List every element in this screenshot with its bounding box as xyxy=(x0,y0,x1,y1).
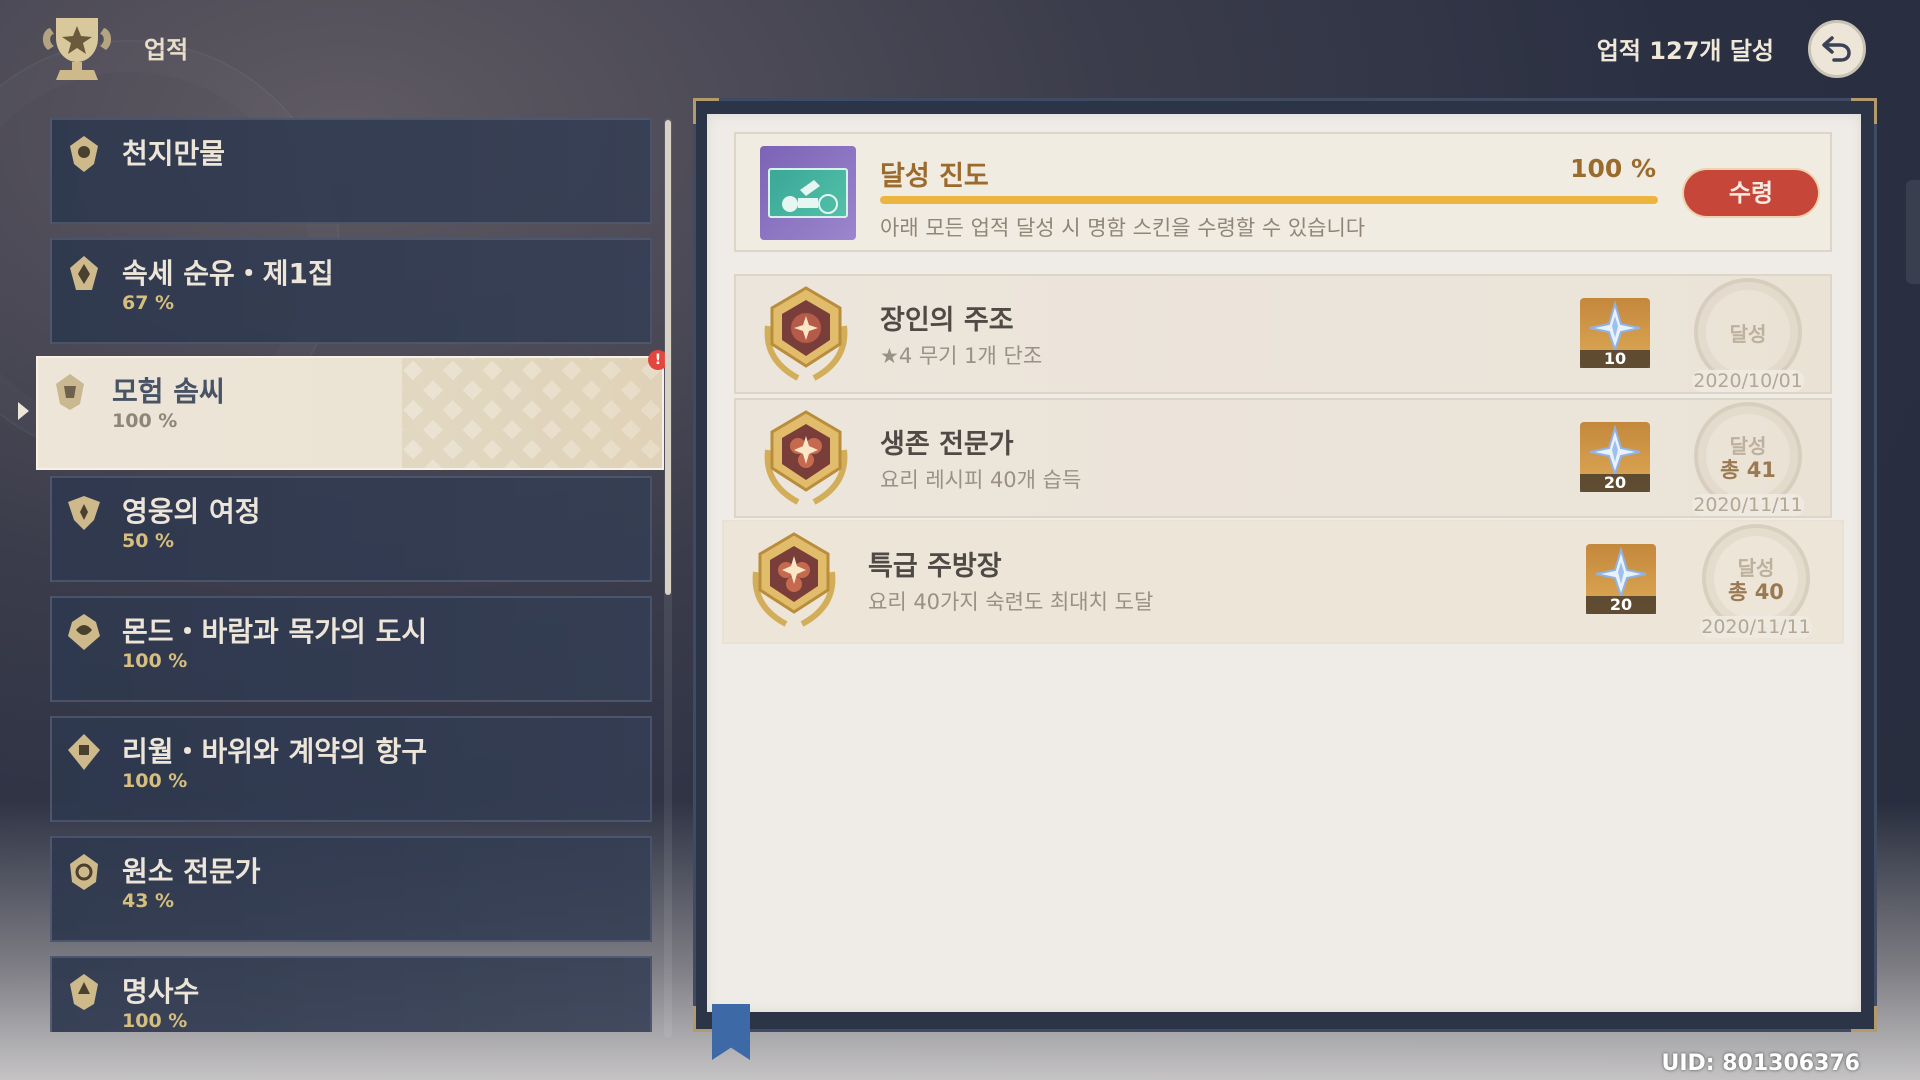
category-item-selected[interactable]: 모험 솜씨 100 % xyxy=(36,356,664,470)
category-name: 명사수 xyxy=(122,975,200,1008)
panel-edge-tab xyxy=(1906,180,1920,284)
category-list[interactable]: 천지만물 속세 순유・제1집 67 % 모험 솜씨 100 % 영웅의 여정 5… xyxy=(0,112,680,1032)
category-emblem-icon xyxy=(66,254,102,294)
category-emblem-icon xyxy=(66,852,102,892)
achievement-title: 장인의 주조 xyxy=(880,305,1014,336)
progress-title: 달성 진도 xyxy=(880,161,989,192)
progress-bar xyxy=(880,196,1658,204)
achievement-row[interactable]: 생존 전문가 요리 레시피 40개 습득 20 달성 총 41 2020/11/… xyxy=(734,398,1832,518)
category-item[interactable]: 몬드・바람과 목가의 도시 100 % xyxy=(50,596,652,702)
category-percent: 100 % xyxy=(122,1010,188,1032)
bookmark-ribbon xyxy=(712,1004,750,1060)
claim-button[interactable]: 수령 xyxy=(1684,170,1818,216)
category-percent: 50 % xyxy=(122,530,175,552)
achievement-description: 요리 40가지 숙련도 최대치 도달 xyxy=(868,590,1154,614)
uid-label: UID: 801306376 xyxy=(1661,1051,1860,1076)
category-percent: 100 % xyxy=(112,410,178,432)
reward-count: 20 xyxy=(1580,474,1650,492)
page-title: 업적 xyxy=(144,36,189,64)
category-scrollbar-thumb[interactable] xyxy=(665,120,671,595)
achievement-medal-icon xyxy=(746,528,842,632)
reward-count: 10 xyxy=(1580,350,1650,368)
category-item[interactable]: 천지만물 xyxy=(50,118,652,224)
category-item[interactable]: 원소 전문가 43 % xyxy=(50,836,652,942)
stamp-label: 달성 xyxy=(1729,322,1767,346)
achievement-description: 요리 레시피 40개 습득 xyxy=(880,468,1082,492)
category-name: 영웅의 여정 xyxy=(122,495,261,528)
category-item[interactable]: 리월・바위와 계약의 항구 100 % xyxy=(50,716,652,822)
primogem-reward: 10 xyxy=(1580,298,1650,368)
progress-row: 달성 진도 100 % 아래 모든 업적 달성 시 명함 스킨을 수령할 수 있… xyxy=(734,132,1832,252)
category-item[interactable]: 영웅의 여정 50 % xyxy=(50,476,652,582)
reward-count: 20 xyxy=(1586,596,1656,614)
progress-bar-fill xyxy=(880,196,1658,204)
completion-date: 2020/11/11 xyxy=(1692,494,1804,516)
category-name: 속세 순유・제1집 xyxy=(122,257,334,290)
category-emblem-icon xyxy=(66,612,102,652)
category-emblem-icon xyxy=(66,134,102,174)
achievement-count: 업적 127개 달성 xyxy=(1596,37,1774,65)
category-name: 몬드・바람과 목가의 도시 xyxy=(122,615,428,648)
progress-description: 아래 모든 업적 달성 시 명함 스킨을 수령할 수 있습니다 xyxy=(880,216,1366,240)
achievement-row-hovered[interactable]: 특급 주방장 요리 40가지 숙련도 최대치 도달 20 달성 총 40 202… xyxy=(722,520,1844,644)
stamp-total: 총 41 xyxy=(1720,458,1776,482)
achievement-title: 생존 전문가 xyxy=(880,429,1014,460)
completion-stamp: 달성 2020/10/01 xyxy=(1682,278,1814,394)
achievement-description: ★4 무기 1개 단조 xyxy=(880,344,1043,368)
back-arrow-icon xyxy=(1820,30,1854,68)
back-button[interactable] xyxy=(1808,20,1866,78)
category-item[interactable]: 명사수 100 % xyxy=(50,956,652,1032)
achievement-title: 특급 주방장 xyxy=(868,551,1002,582)
completion-date: 2020/10/01 xyxy=(1692,370,1804,392)
achievement-row[interactable]: 장인의 주조 ★4 무기 1개 단조 10 달성 2020/10/01 xyxy=(734,274,1832,394)
primogem-reward: 20 xyxy=(1580,422,1650,492)
category-percent: 100 % xyxy=(122,770,188,792)
selection-arrow-icon xyxy=(18,402,29,420)
category-emblem-icon xyxy=(66,972,102,1012)
category-name: 천지만물 xyxy=(122,137,226,170)
completion-date: 2020/11/11 xyxy=(1700,616,1812,638)
namecard-reward-icon xyxy=(760,146,856,240)
selected-pattern xyxy=(402,358,662,468)
category-item[interactable]: 속세 순유・제1집 67 % xyxy=(50,238,652,344)
category-name: 원소 전문가 xyxy=(122,855,261,888)
achievement-trophy-icon xyxy=(38,10,116,84)
progress-percent: 100 % xyxy=(1570,154,1656,183)
category-name: 모험 솜씨 xyxy=(112,375,225,408)
achievement-medal-icon xyxy=(758,282,854,386)
primogem-reward: 20 xyxy=(1586,544,1656,614)
category-emblem-icon xyxy=(52,372,88,412)
stamp-total: 총 40 xyxy=(1728,580,1784,604)
achievement-medal-icon xyxy=(758,406,854,510)
category-emblem-icon xyxy=(66,732,102,772)
completion-stamp: 달성 총 40 2020/11/11 xyxy=(1690,524,1822,640)
category-percent: 100 % xyxy=(122,650,188,672)
category-emblem-icon xyxy=(66,492,102,532)
category-name: 리월・바위와 계약의 항구 xyxy=(122,735,428,768)
completion-stamp: 달성 총 41 2020/11/11 xyxy=(1682,402,1814,518)
category-percent: 43 % xyxy=(122,890,175,912)
category-percent: 67 % xyxy=(122,292,175,314)
